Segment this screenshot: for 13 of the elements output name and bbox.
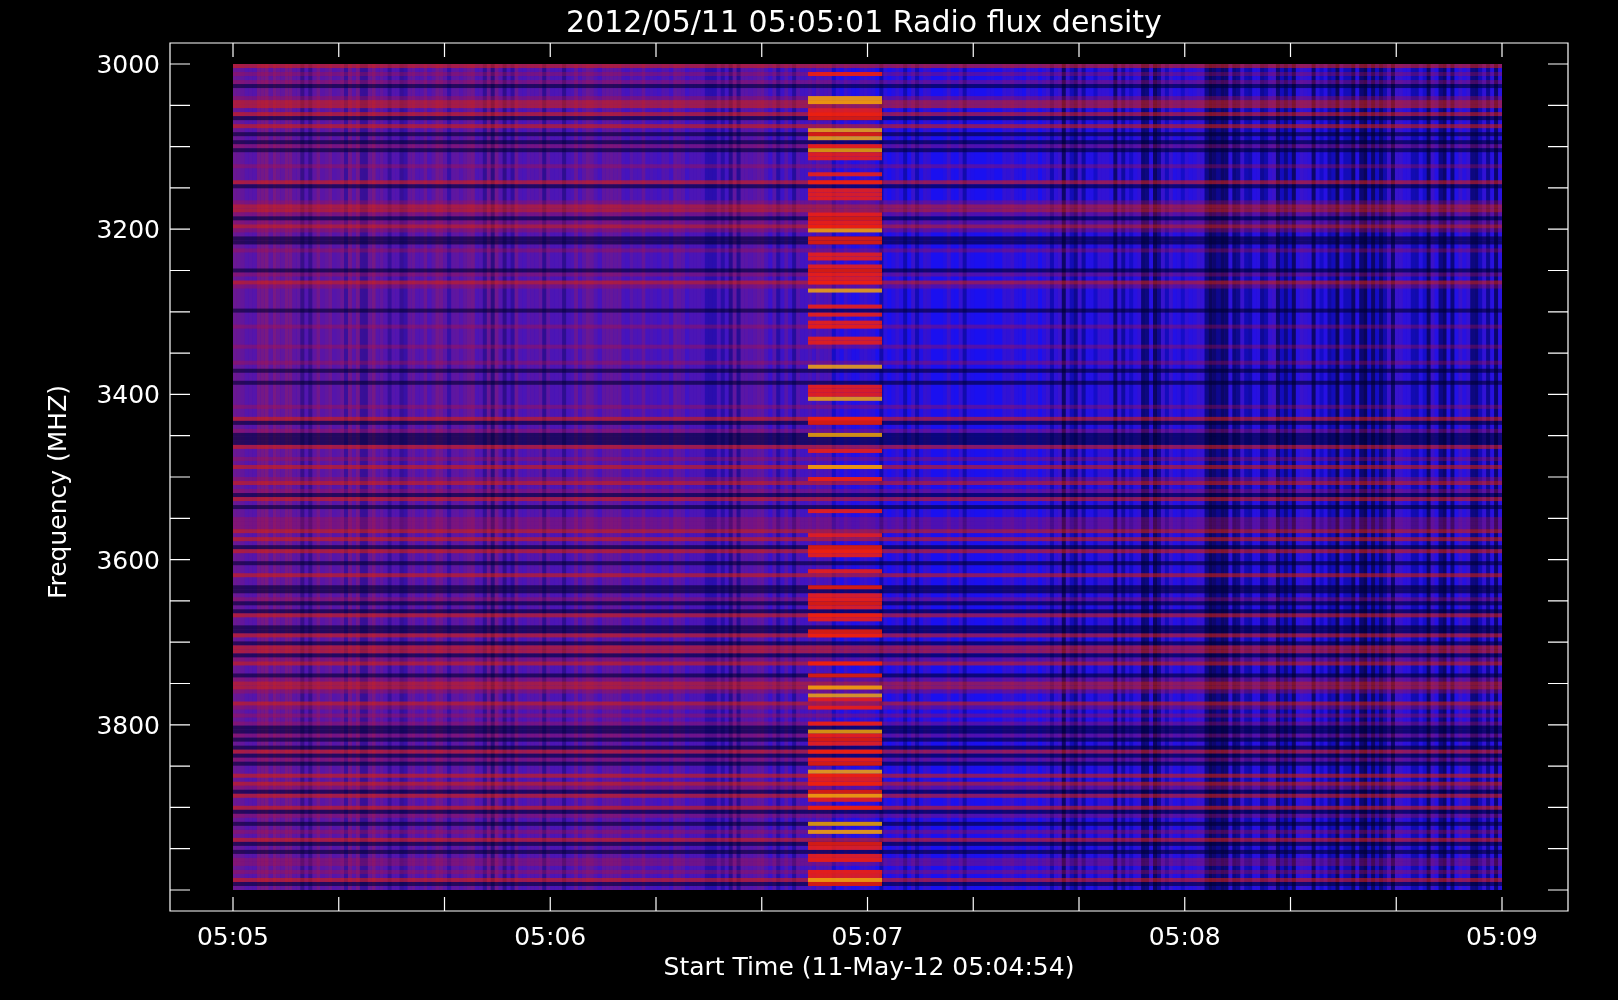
x-axis-label: Start Time (11-May-12 05:04:54) (663, 952, 1075, 981)
y-tick-label: 3000 (96, 50, 160, 79)
x-tick-label: 05:07 (831, 922, 904, 951)
chart-title: 2012/05/11 05:05:01 Radio flux density (566, 4, 1162, 39)
x-tick-label: 05:08 (1148, 922, 1221, 951)
x-tick-label: 05:05 (197, 922, 269, 951)
y-tick-label: 3200 (96, 215, 160, 245)
x-tick-label: 05:06 (514, 922, 587, 951)
y-tick-label: 3800 (96, 710, 160, 740)
y-tick-label: 3600 (96, 545, 160, 575)
x-tick-label: 05:09 (1466, 922, 1538, 951)
y-axis-label: Frequency (MHZ) (43, 384, 72, 600)
y-tick-label: 3400 (96, 380, 160, 410)
